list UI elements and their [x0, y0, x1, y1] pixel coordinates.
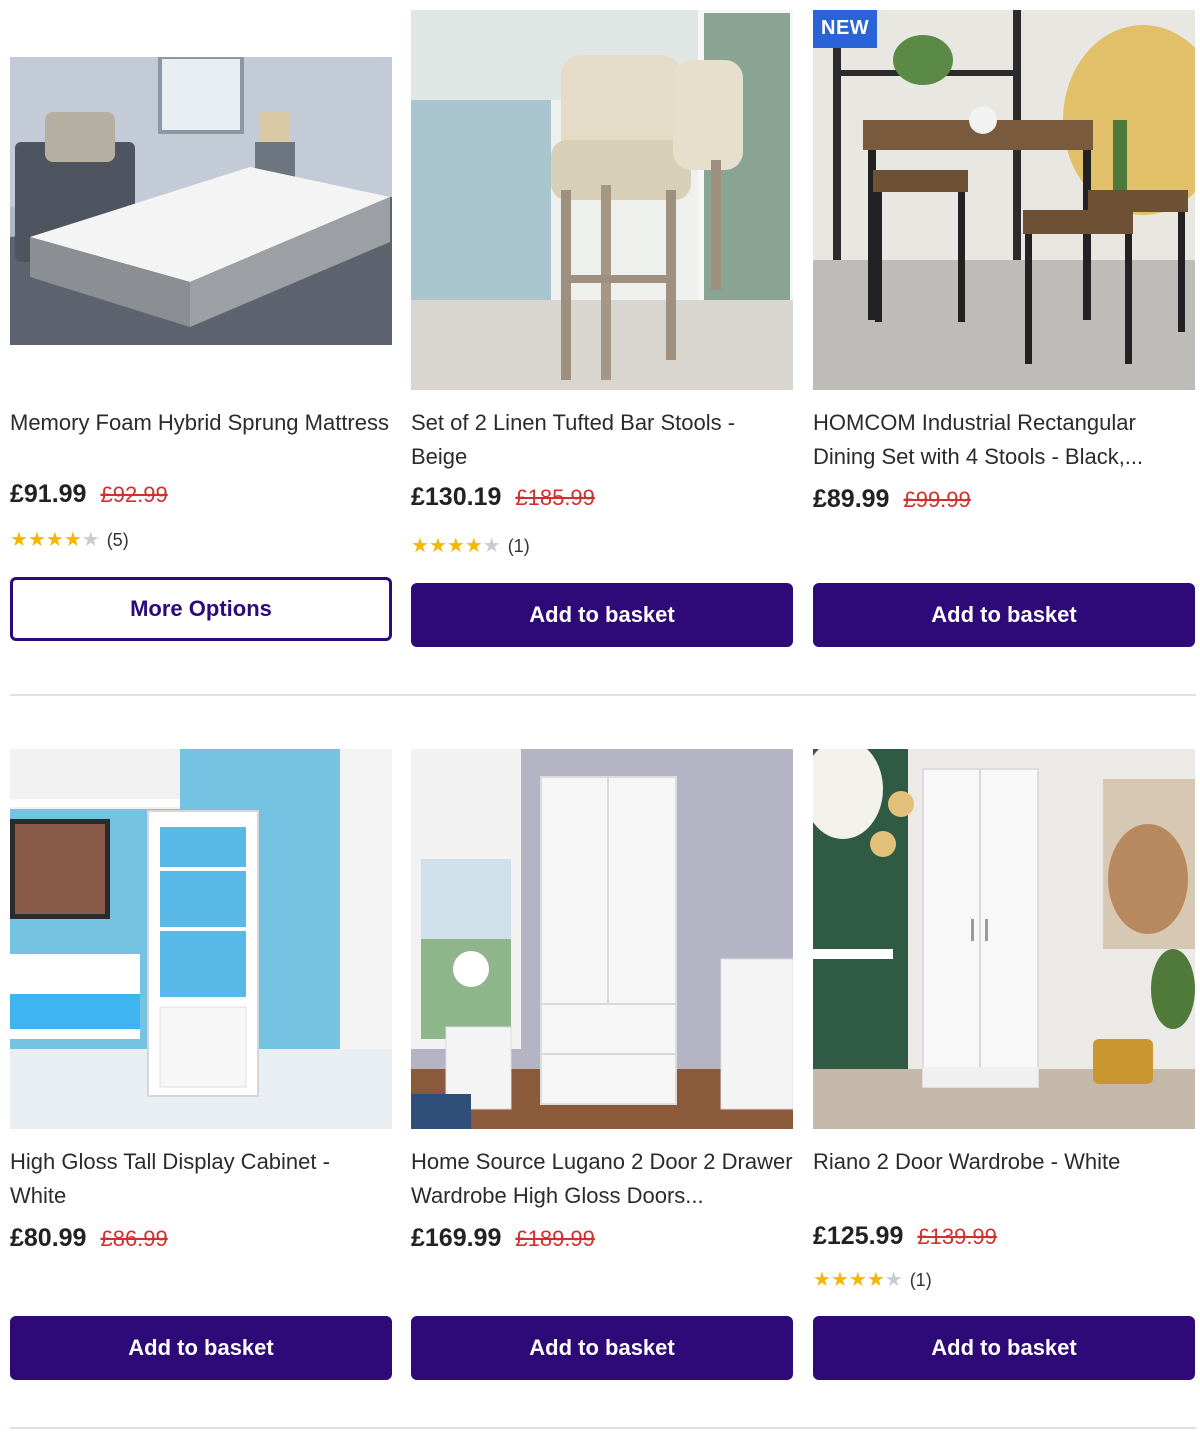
rating-stars: ★★★★★: [411, 536, 501, 557]
product-title[interactable]: Memory Foam Hybrid Sprung Mattress: [10, 406, 392, 440]
was-price: £99.99: [903, 487, 971, 512]
star-icon: ★: [830, 1269, 849, 1291]
was-price: £86.99: [100, 1226, 168, 1251]
product-title[interactable]: HOMCOM Industrial Rectangular Dining Set…: [813, 406, 1195, 474]
star-icon: ★: [813, 1269, 831, 1291]
product-image-mattress[interactable]: [10, 57, 392, 345]
current-price: £125.99: [813, 1222, 904, 1250]
rating: ★★★★★ (1): [411, 536, 530, 557]
rating: ★★★★★ (1): [813, 1270, 932, 1291]
more-options-button[interactable]: More Options: [10, 577, 392, 641]
rating-count[interactable]: (5): [107, 530, 129, 551]
row-divider: [10, 694, 1196, 696]
product-card-lugano-wardrobe: Home Source Lugano 2 Door 2 Drawer Wardr…: [411, 749, 793, 1389]
product-title[interactable]: Riano 2 Door Wardrobe - White: [813, 1145, 1195, 1179]
add-to-basket-button[interactable]: Add to basket: [411, 583, 793, 647]
product-title[interactable]: Home Source Lugano 2 Door 2 Drawer Wardr…: [411, 1145, 793, 1213]
rating-count[interactable]: (1): [508, 536, 530, 557]
star-icon: ★: [428, 535, 447, 557]
star-icon: ★: [45, 529, 64, 551]
current-price: £80.99: [10, 1224, 87, 1252]
was-price: £185.99: [515, 485, 595, 510]
rating-stars: ★★★★★: [813, 1270, 903, 1291]
current-price: £89.99: [813, 485, 890, 513]
star-icon: ★: [27, 529, 46, 551]
star-icon: ★: [866, 1269, 885, 1291]
star-icon: ★: [63, 529, 82, 551]
star-icon: ★: [884, 1269, 903, 1291]
product-title[interactable]: High Gloss Tall Display Cabinet - White: [10, 1145, 392, 1213]
product-image-riano-wardrobe[interactable]: [813, 749, 1195, 1129]
price-row: £130.19 £185.99: [411, 483, 595, 512]
was-price: £189.99: [515, 1226, 595, 1251]
rating-count[interactable]: (1): [910, 1270, 932, 1291]
rating: ★★★★★ (5): [10, 530, 129, 551]
add-to-basket-button[interactable]: Add to basket: [813, 1316, 1195, 1380]
price-row: £169.99 £189.99: [411, 1224, 595, 1253]
was-price: £139.99: [917, 1224, 997, 1249]
product-image-lugano-wardrobe[interactable]: [411, 749, 793, 1129]
price-row: £89.99 £99.99: [813, 485, 971, 514]
price-row: £125.99 £139.99: [813, 1222, 997, 1251]
add-to-basket-button[interactable]: Add to basket: [813, 583, 1195, 647]
star-icon: ★: [446, 535, 465, 557]
star-icon: ★: [10, 529, 28, 551]
product-image-dining-set[interactable]: NEW: [813, 10, 1195, 390]
star-icon: ★: [81, 529, 100, 551]
star-icon: ★: [482, 535, 501, 557]
row-divider: [10, 1427, 1196, 1429]
product-card-mattress: Memory Foam Hybrid Sprung Mattress £91.9…: [10, 10, 392, 650]
price-row: £91.99 £92.99: [10, 480, 168, 509]
new-badge: NEW: [813, 10, 878, 48]
product-image-bar-stools[interactable]: [411, 10, 793, 390]
add-to-basket-button[interactable]: Add to basket: [411, 1316, 793, 1380]
star-icon: ★: [848, 1269, 867, 1291]
star-icon: ★: [464, 535, 483, 557]
price-row: £80.99 £86.99: [10, 1224, 168, 1253]
current-price: £130.19: [411, 483, 502, 511]
current-price: £91.99: [10, 480, 87, 508]
current-price: £169.99: [411, 1224, 502, 1252]
rating-stars: ★★★★★: [10, 530, 100, 551]
product-card-bar-stools: Set of 2 Linen Tufted Bar Stools - Beige…: [411, 10, 793, 650]
product-image-display-cabinet[interactable]: [10, 749, 392, 1129]
product-title[interactable]: Set of 2 Linen Tufted Bar Stools - Beige: [411, 406, 793, 474]
product-card-dining-set: NEW HOMCOM Industrial Rectangular Dining…: [813, 10, 1195, 650]
was-price: £92.99: [100, 482, 168, 507]
add-to-basket-button[interactable]: Add to basket: [10, 1316, 392, 1380]
star-icon: ★: [411, 535, 429, 557]
product-card-riano-wardrobe: Riano 2 Door Wardrobe - White £125.99 £1…: [813, 749, 1195, 1389]
product-card-display-cabinet: High Gloss Tall Display Cabinet - White …: [10, 749, 392, 1389]
